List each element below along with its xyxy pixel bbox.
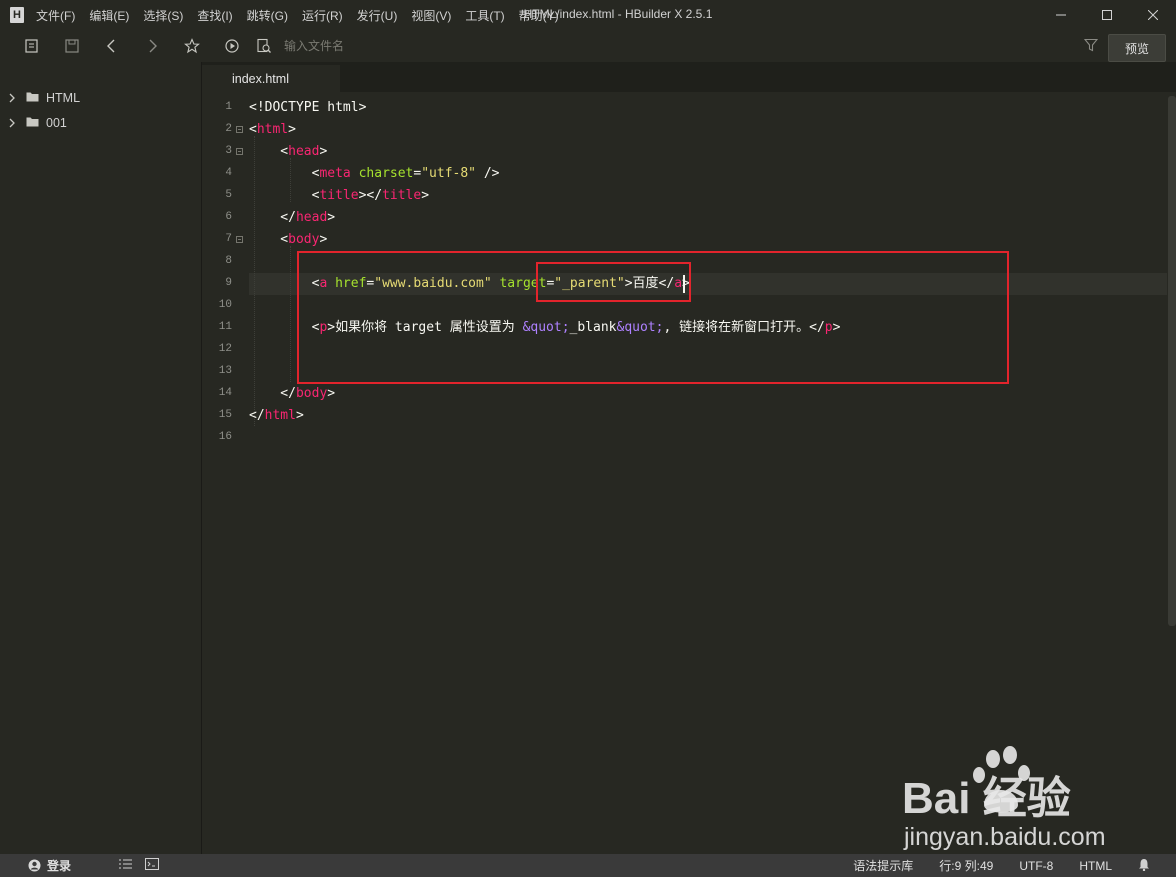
line-number: 2 [225, 123, 232, 135]
maximize-button[interactable] [1084, 0, 1130, 30]
login-label: 登录 [47, 859, 72, 873]
chevron-right-icon[interactable] [8, 118, 22, 128]
outline-button[interactable] [119, 858, 133, 873]
file-search [256, 38, 986, 54]
code-line-14: </body> [249, 386, 336, 401]
minimize-icon [1056, 14, 1066, 16]
tree-item-label: 001 [46, 115, 67, 130]
notification-button[interactable] [1138, 858, 1150, 874]
line-number: 3 [225, 145, 232, 157]
file-search-icon [257, 38, 271, 53]
code-line-15: </html> [249, 408, 304, 423]
line-number: 13 [218, 365, 232, 377]
code-line-6: </head> [249, 210, 336, 225]
bell-icon [1139, 858, 1149, 871]
line-number: 1 [225, 101, 232, 113]
line-number: 9 [225, 277, 232, 289]
code-line-2: <html> [249, 122, 296, 137]
chevron-right-icon[interactable] [8, 93, 22, 103]
terminal-button[interactable] [145, 858, 160, 873]
fold-toggle-icon[interactable] [236, 236, 243, 243]
fold-toggle-icon[interactable] [236, 148, 243, 155]
watermark-brand: Bai 经验 [902, 774, 1071, 823]
syntax-library-button[interactable]: 语法提示库 [853, 857, 913, 874]
window-title: HTML/index.html - HBuilder X 2.5.1 [523, 7, 713, 21]
terminal-icon [145, 858, 160, 870]
folder-icon [26, 116, 39, 130]
folder-icon [26, 91, 39, 105]
save-button[interactable] [52, 30, 92, 62]
code-line-3: <head> [249, 144, 328, 159]
forward-icon [149, 39, 157, 53]
line-number: 7 [225, 233, 232, 245]
project-sidebar: HTML 001 [0, 62, 202, 854]
encoding-button[interactable]: UTF-8 [1019, 859, 1053, 873]
baidu-jingyan-watermark: Bai 经验 jingyan.baidu.com [902, 746, 1106, 851]
line-number: 6 [225, 211, 232, 223]
line-number: 10 [218, 299, 232, 311]
indent-guide [290, 246, 291, 382]
cursor-position[interactable]: 行:9 列:49 [939, 857, 993, 874]
fold-toggle-icon[interactable] [236, 126, 243, 133]
run-icon [225, 39, 239, 53]
back-icon [107, 39, 115, 53]
status-bar: 登录 语法提示库 行:9 列:49 UTF-8 HTML [0, 854, 1176, 877]
line-number: 14 [218, 387, 232, 399]
title-bar: H 文件(F) 编辑(E) 选择(S) 查找(I) 跳转(G) 运行(R) 发行… [0, 0, 1176, 30]
editor-tabbar: index.html [202, 62, 1176, 92]
tree-item-html[interactable]: HTML [0, 85, 201, 110]
line-number: 5 [225, 189, 232, 201]
filter-button[interactable] [1083, 38, 1099, 55]
code-line-4: <meta charset="utf-8" /> [249, 166, 500, 181]
close-button[interactable] [1130, 0, 1176, 30]
status-right: 语法提示库 行:9 列:49 UTF-8 HTML [853, 854, 1176, 877]
file-search-input[interactable] [282, 38, 986, 54]
line-number: 11 [218, 321, 232, 333]
vertical-scrollbar[interactable] [1168, 96, 1176, 626]
window-controls [1038, 0, 1176, 30]
login-button[interactable]: 登录 [28, 857, 71, 874]
run-button[interactable] [212, 30, 252, 62]
new-file-icon [25, 39, 38, 53]
watermark-url: jingyan.baidu.com [903, 823, 1106, 851]
toolbar: 预览 [0, 30, 1176, 62]
back-button[interactable] [92, 30, 132, 62]
code-editor[interactable]: 1 2 3 4 5 6 7 8 9 10 11 12 13 14 15 16 <… [202, 92, 1176, 854]
favorite-button[interactable] [172, 30, 212, 62]
annotation-box-target [536, 262, 691, 302]
line-number: 8 [225, 255, 232, 267]
line-number: 4 [225, 167, 232, 179]
star-icon [184, 38, 200, 54]
preview-button[interactable]: 预览 [1108, 34, 1166, 62]
code-line-7: <body> [249, 232, 328, 247]
list-icon [119, 859, 133, 869]
minimize-button[interactable] [1038, 0, 1084, 30]
user-icon [28, 859, 41, 872]
line-number: 16 [218, 431, 232, 443]
tree-item-001[interactable]: 001 [0, 110, 201, 135]
forward-button[interactable] [132, 30, 172, 62]
line-number: 12 [218, 343, 232, 355]
tree-item-label: HTML [46, 90, 81, 105]
save-icon [65, 39, 79, 53]
code-line-1: <!DOCTYPE html> [249, 100, 367, 115]
line-number: 15 [218, 409, 232, 421]
maximize-icon [1102, 10, 1112, 20]
tab-index-html[interactable]: index.html [202, 65, 340, 92]
language-mode-button[interactable]: HTML [1079, 859, 1112, 873]
filter-icon [1083, 38, 1099, 52]
new-file-button[interactable] [12, 30, 52, 62]
close-icon [1148, 10, 1158, 20]
code-line-5: <title></title> [249, 188, 430, 203]
